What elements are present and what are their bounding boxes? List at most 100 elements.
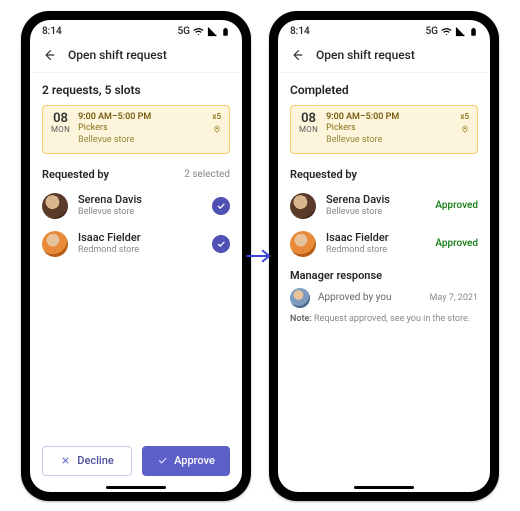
requester-info: Isaac Fielder Redmond store — [326, 231, 425, 256]
manager-response-text: Approved by you — [318, 292, 422, 303]
summary-text: Completed — [290, 83, 478, 97]
home-indicator — [354, 486, 414, 489]
action-bar: Decline Approve — [30, 436, 242, 492]
decline-button[interactable]: Decline — [42, 446, 132, 476]
requester-row[interactable]: Isaac Fielder Redmond store Approved — [290, 225, 478, 263]
shift-role: Pickers — [78, 123, 108, 135]
shift-time: 9:00 AM–5:00 PM — [326, 112, 399, 124]
status-icons: 5G — [178, 26, 231, 38]
manager-row: Approved by you May 7, 2021 — [290, 288, 478, 308]
signal-icon — [455, 26, 466, 37]
shift-count: x5 — [460, 112, 469, 122]
page-title: Open shift request — [68, 48, 167, 62]
battery-icon — [469, 26, 478, 38]
wifi-icon — [441, 26, 452, 37]
screen-right: 8:14 5G Open shift request Completed 08 … — [278, 20, 490, 492]
avatar — [290, 231, 316, 257]
check-icon — [216, 239, 226, 249]
status-time: 8:14 — [42, 26, 62, 37]
location-pin-icon — [213, 125, 221, 133]
requester-location: Bellevue store — [326, 207, 425, 218]
decline-label: Decline — [77, 454, 113, 467]
requester-name: Isaac Fielder — [326, 231, 425, 245]
status-bar: 8:14 5G — [30, 20, 242, 42]
requester-location: Bellevue store — [78, 207, 202, 218]
manager-response-date: May 7, 2021 — [430, 293, 478, 303]
shift-day-name: MON — [299, 126, 318, 135]
approve-label: Approve — [174, 454, 215, 467]
shift-day-name: MON — [51, 126, 70, 135]
avatar — [42, 231, 68, 257]
requested-by-label: Requested by — [42, 168, 109, 181]
x-icon — [60, 455, 71, 466]
battery-icon — [221, 26, 230, 38]
requester-name: Isaac Fielder — [78, 231, 202, 245]
shift-card[interactable]: 08 MON 9:00 AM–5:00 PM x5 Pickers Bellev… — [42, 105, 230, 154]
selected-count: 2 selected — [184, 169, 230, 180]
phone-right: 8:14 5G Open shift request Completed 08 … — [269, 11, 499, 501]
approval-status: Approved — [435, 238, 478, 249]
shift-date: 08 MON — [299, 112, 318, 147]
wifi-icon — [193, 26, 204, 37]
status-icons: 5G — [426, 26, 479, 38]
shift-card[interactable]: 08 MON 9:00 AM–5:00 PM x5 Pickers Bellev… — [290, 105, 478, 154]
content: 2 requests, 5 slots 08 MON 9:00 AM–5:00 … — [30, 73, 242, 436]
screen-left: 8:14 5G Open shift request 2 requests, 5… — [30, 20, 242, 492]
phone-left: 8:14 5G Open shift request 2 requests, 5… — [21, 11, 251, 501]
shift-info: 9:00 AM–5:00 PM x5 Pickers Bellevue stor… — [326, 112, 469, 147]
approve-button[interactable]: Approve — [142, 446, 230, 476]
manager-response-label: Manager response — [290, 269, 478, 282]
shift-role: Pickers — [326, 123, 356, 135]
content: Completed 08 MON 9:00 AM–5:00 PM x5 Pick… — [278, 73, 490, 492]
requested-by-header: Requested by — [290, 168, 478, 181]
check-icon — [157, 455, 168, 466]
requested-by-header: Requested by 2 selected — [42, 168, 230, 181]
requester-info: Serena Davis Bellevue store — [78, 193, 202, 218]
transition-arrow — [245, 246, 273, 266]
status-bar: 8:14 5G — [278, 20, 490, 42]
back-button[interactable] — [290, 48, 304, 62]
requester-location: Redmond store — [326, 245, 425, 256]
back-arrow-icon — [42, 48, 56, 62]
network-label: 5G — [178, 26, 191, 37]
arrow-right-icon — [246, 248, 272, 264]
requester-name: Serena Davis — [78, 193, 202, 207]
selected-check[interactable] — [212, 235, 230, 253]
requester-info: Isaac Fielder Redmond store — [78, 231, 202, 256]
requester-row[interactable]: Isaac Fielder Redmond store — [42, 225, 230, 263]
shift-count: x5 — [212, 112, 221, 122]
shift-info: 9:00 AM–5:00 PM x5 Pickers Bellevue stor… — [78, 112, 221, 147]
requester-info: Serena Davis Bellevue store — [326, 193, 425, 218]
manager-note: Note: Request approved, see you in the s… — [290, 314, 478, 324]
approval-status: Approved — [435, 200, 478, 211]
back-button[interactable] — [42, 48, 56, 62]
requester-row[interactable]: Serena Davis Bellevue store Approved — [290, 187, 478, 225]
note-prefix: Note: — [290, 314, 312, 324]
shift-day-number: 08 — [51, 112, 70, 126]
shift-time: 9:00 AM–5:00 PM — [78, 112, 151, 124]
requester-location: Redmond store — [78, 245, 202, 256]
requester-name: Serena Davis — [326, 193, 425, 207]
manager-response-section: Manager response Approved by you May 7, … — [290, 269, 478, 324]
avatar — [42, 193, 68, 219]
shift-date: 08 MON — [51, 112, 70, 147]
page-title: Open shift request — [316, 48, 415, 62]
page-header: Open shift request — [30, 42, 242, 73]
selected-check[interactable] — [212, 197, 230, 215]
requester-row[interactable]: Serena Davis Bellevue store — [42, 187, 230, 225]
signal-icon — [207, 26, 218, 37]
requested-by-label: Requested by — [290, 168, 357, 181]
location-pin-icon — [461, 125, 469, 133]
status-time: 8:14 — [290, 26, 310, 37]
home-indicator — [106, 486, 166, 489]
note-text: Request approved, see you in the store. — [314, 314, 470, 324]
page-header: Open shift request — [278, 42, 490, 73]
network-label: 5G — [426, 26, 439, 37]
shift-location: Bellevue store — [78, 135, 221, 147]
avatar — [290, 193, 316, 219]
manager-avatar — [290, 288, 310, 308]
check-icon — [216, 201, 226, 211]
shift-location: Bellevue store — [326, 135, 469, 147]
shift-day-number: 08 — [299, 112, 318, 126]
summary-text: 2 requests, 5 slots — [42, 83, 230, 97]
